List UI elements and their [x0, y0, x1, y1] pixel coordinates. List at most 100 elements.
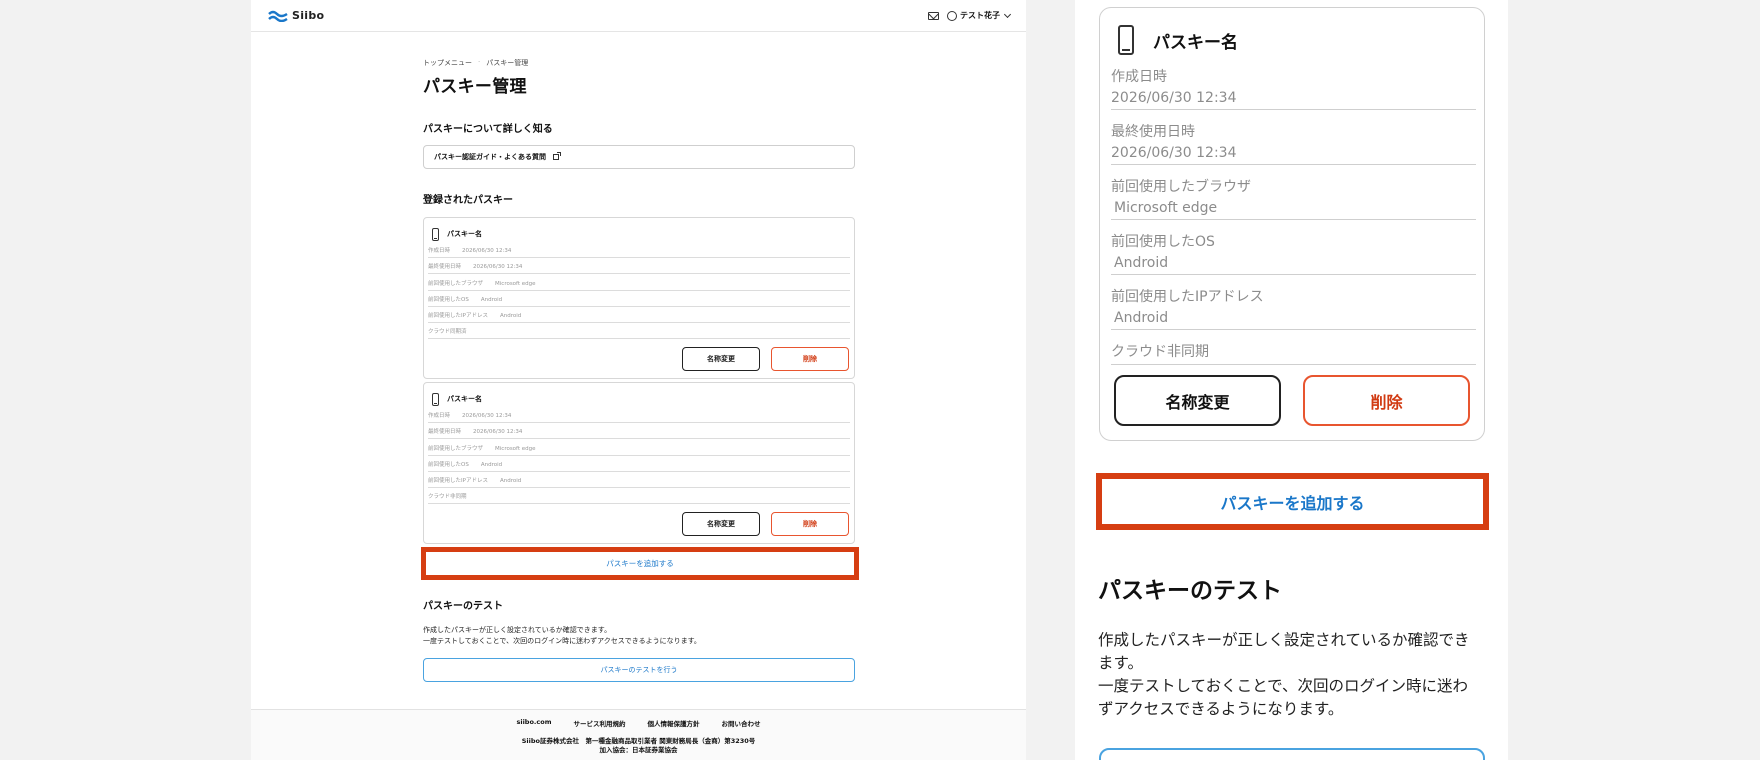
row-value: Microsoft edge	[495, 445, 536, 452]
detail-row: 前回使用したブラウザ Microsoft edge	[428, 439, 850, 456]
row-value: 2026/06/30 12:34	[462, 248, 512, 255]
guide-link[interactable]: パスキー認証ガイド・よくある質問	[423, 145, 855, 169]
passkey-name: パスキー名	[1153, 32, 1238, 53]
row-label: 作成日時	[428, 413, 451, 420]
zoomed-detail-panel: パスキー名 作成日時 2026/06/30 12:34 最終使用日時 2026/…	[1075, 0, 1508, 760]
row-value: 2026/06/30 12:34	[1111, 90, 1237, 106]
row-label: 前回使用したIPアドレス	[428, 477, 488, 484]
detail-row: クラウド同期済	[428, 323, 850, 340]
row-value: Android	[480, 461, 503, 468]
test-description-line: 一度テストしておくことで、次回のログイン時に迷わずアクセスできるようになります。	[423, 637, 701, 645]
user-name: テスト花子	[960, 11, 1000, 20]
company-info: Siibo証券株式会社 第一種金融商品取引業者 関東財務局長（金商）第3230号…	[251, 737, 1026, 755]
detail-row: 前回使用したOS Android	[428, 291, 850, 307]
row-value: Microsoft edge	[495, 280, 536, 287]
detail-row: 前回使用したOS Android	[1111, 231, 1476, 275]
detail-row: 作成日時 2026/06/30 12:34	[428, 407, 850, 424]
main-content: トップメニュー · パスキー管理 パスキー管理 パスキーについて詳しく知る パス…	[421, 58, 859, 682]
page-title: パスキー管理	[423, 77, 527, 97]
row-value: 2026/06/30 12:34	[462, 413, 512, 420]
breadcrumb: トップメニュー · パスキー管理	[423, 58, 855, 68]
row-value: Android	[499, 477, 522, 484]
breadcrumb-separator: ·	[478, 58, 481, 66]
detail-row: 作成日時 2026/06/30 12:34	[428, 242, 850, 259]
detail-row: クラウド非同期	[428, 488, 850, 505]
breadcrumb-current: パスキー管理	[486, 59, 529, 67]
passkey-name: パスキー名	[447, 395, 482, 403]
mail-icon[interactable]	[928, 11, 939, 20]
row-label: 前回使用したOS	[428, 461, 469, 468]
row-label: 最終使用日時	[1111, 124, 1195, 140]
passkey-name: パスキー名	[447, 230, 482, 238]
test-heading: パスキーのテスト	[1098, 578, 1282, 604]
row-label: 前回使用したIPアドレス	[428, 312, 488, 319]
user-menu[interactable]: テスト花子	[947, 10, 1012, 21]
phone-icon	[432, 227, 439, 241]
delete-button[interactable]: 削除	[771, 512, 849, 537]
row-value: 2026/06/30 12:34	[473, 429, 523, 436]
test-description-line: 作成したパスキーが正しく設定されているか確認できます。	[1098, 631, 1470, 672]
detail-row: 前回使用したOS Android	[428, 456, 850, 472]
row-label: クラウド同期済	[428, 329, 467, 336]
passkey-card: パスキー名 作成日時 2026/06/30 12:34 最終使用日時 2026/06…	[423, 217, 855, 380]
test-description-line: 作成したパスキーが正しく設定されているか確認できます。	[423, 626, 612, 634]
brand-name: Siibo	[292, 9, 325, 22]
footer-link[interactable]: 個人情報保護方針	[648, 718, 700, 728]
row-value: Android	[499, 312, 522, 319]
passkey-test-button[interactable]: パスキーのテストを行う	[423, 658, 855, 682]
row-label: クラウド非同期	[1111, 344, 1209, 360]
phone-icon	[1118, 25, 1134, 55]
test-description: 作成したパスキーが正しく設定されているか確認できます。 一度テストしておくことで…	[1098, 629, 1483, 721]
top-bar: Siibo テスト花子	[251, 0, 1026, 32]
footer: siibo.com サービス利用規約 個人情報保護方針 お問い合わせ Siibo…	[251, 709, 1026, 760]
card-header: パスキー名	[424, 383, 854, 407]
row-value: Microsoft edge	[1114, 200, 1218, 216]
add-passkey-button[interactable]: パスキーを追加する	[421, 547, 859, 580]
rename-button[interactable]: 名称変更	[1114, 375, 1281, 426]
row-label: 最終使用日時	[428, 264, 462, 271]
card-actions: 名称変更 削除	[424, 504, 854, 543]
delete-button[interactable]: 削除	[771, 347, 849, 372]
row-label: 最終使用日時	[428, 429, 462, 436]
footer-link[interactable]: お問い合わせ	[722, 718, 761, 728]
row-label: 前回使用したIPアドレス	[1111, 289, 1264, 305]
passkey-test-button[interactable]	[1099, 748, 1485, 760]
detail-row: 前回使用したIPアドレス Android	[1111, 286, 1476, 330]
passkey-card: パスキー名 作成日時 2026/06/30 12:34 最終使用日時 2026/06…	[423, 382, 855, 545]
row-label: 作成日時	[428, 248, 451, 255]
delete-button[interactable]: 削除	[1303, 375, 1470, 426]
row-label: 作成日時	[1111, 69, 1167, 85]
breadcrumb-top-menu[interactable]: トップメニュー	[423, 58, 472, 68]
row-value: Android	[1114, 310, 1169, 326]
card-header: パスキー名	[424, 218, 854, 242]
footer-link[interactable]: サービス利用規約	[574, 718, 626, 728]
rename-button[interactable]: 名称変更	[682, 347, 760, 372]
detail-row: 最終使用日時 2026/06/30 12:34	[428, 423, 850, 440]
row-value: Android	[480, 296, 503, 303]
row-label: 前回使用したブラウザ	[1111, 179, 1251, 195]
siibo-wave-icon	[268, 10, 288, 22]
add-passkey-button[interactable]: パスキーを追加する	[1096, 473, 1489, 530]
learn-heading: パスキーについて詳しく知る	[423, 124, 553, 135]
detail-row: 作成日時 2026/06/30 12:34	[1111, 66, 1476, 110]
detail-row: 前回使用したIPアドレス Android	[428, 307, 850, 323]
row-label: 前回使用したOS	[428, 296, 469, 303]
row-label: 前回使用したOS	[1111, 234, 1215, 250]
card-actions: 名称変更 削除	[424, 339, 854, 378]
phone-icon	[432, 392, 439, 406]
rename-button[interactable]: 名称変更	[682, 512, 760, 537]
row-label: 前回使用したブラウザ	[428, 280, 484, 287]
header-actions: テスト花子	[928, 10, 1012, 21]
detail-row: 前回使用したIPアドレス Android	[428, 472, 850, 488]
test-description: 作成したパスキーが正しく設定されているか確認できます。 一度テストしておくことで…	[423, 625, 701, 647]
user-icon	[947, 10, 957, 21]
footer-link[interactable]: siibo.com	[516, 718, 551, 728]
detail-row: クラウド非同期	[1111, 341, 1476, 365]
zoomed-card-header: パスキー名	[1118, 25, 1238, 55]
row-label: クラウド非同期	[428, 494, 467, 501]
company-line: 加入協会：日本証券業協会	[599, 746, 678, 754]
registered-heading: 登録されたパスキー	[423, 195, 513, 206]
detail-row: 前回使用したブラウザ Microsoft edge	[428, 274, 850, 291]
guide-link-label: パスキー認証ガイド・よくある質問	[434, 153, 546, 161]
siibo-logo[interactable]: Siibo	[268, 9, 324, 22]
